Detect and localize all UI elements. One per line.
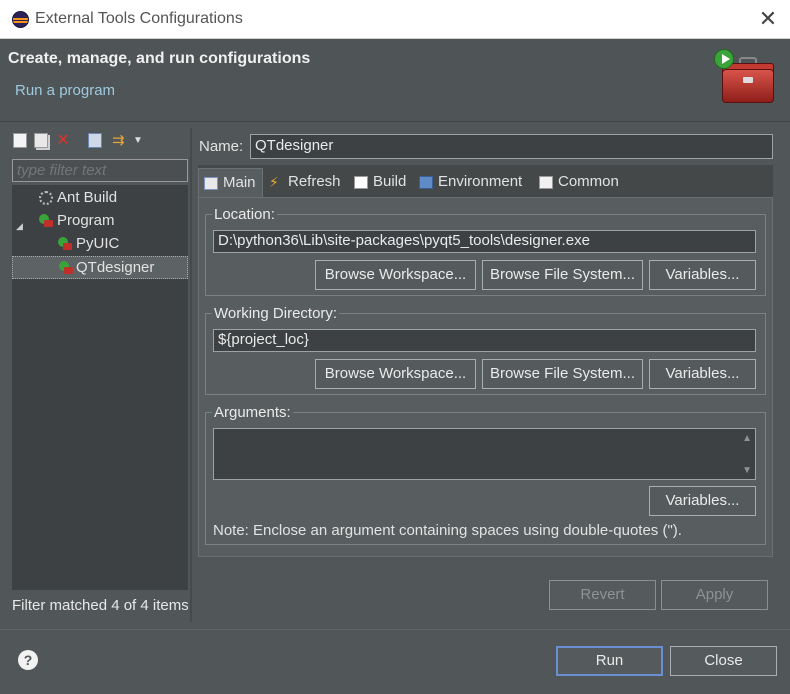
external-tools-banner-icon: [712, 47, 778, 109]
program-icon: [39, 214, 53, 228]
browse-workspace-button[interactable]: Browse Workspace...: [315, 260, 476, 290]
tab-refresh[interactable]: ⚡ Refresh: [264, 168, 347, 197]
new-configuration-icon[interactable]: [13, 133, 27, 148]
browse-workspace-button[interactable]: Browse Workspace...: [315, 359, 476, 389]
tab-common[interactable]: Common: [534, 168, 625, 197]
refresh-icon: ⚡: [269, 174, 279, 190]
delete-icon[interactable]: ✕: [56, 133, 70, 149]
arguments-note: Note: Enclose an argument containing spa…: [213, 522, 682, 539]
location-group: Location: D:\python36\Lib\site-packages\…: [205, 206, 766, 296]
tree-item-label: QTdesigner: [76, 259, 155, 276]
apply-button[interactable]: Apply: [661, 580, 768, 610]
tree-item-qtdesigner[interactable]: QTdesigner: [12, 256, 188, 279]
variables-button[interactable]: Variables...: [649, 359, 756, 389]
main-tab-icon: [204, 177, 218, 190]
tab-label: Main: [223, 174, 256, 191]
tree-item-ant-build[interactable]: Ant Build: [12, 187, 188, 210]
working-directory-field[interactable]: ${project_loc}: [213, 329, 756, 352]
ant-build-icon: [39, 191, 53, 205]
environment-icon: [419, 176, 433, 189]
working-directory-group: Working Directory: ${project_loc} Browse…: [205, 305, 766, 395]
chevron-down-icon[interactable]: ▼: [133, 133, 147, 148]
name-label: Name:: [199, 138, 244, 155]
help-icon[interactable]: ?: [18, 650, 38, 670]
tab-build[interactable]: Build: [349, 168, 412, 197]
eclipse-icon: [12, 11, 29, 28]
configurations-pane: ✕ ⇉ ▼ Ant Build ◢ Program PyUIC QTdesign…: [7, 128, 188, 622]
name-field[interactable]: QTdesigner: [250, 134, 773, 159]
variables-button[interactable]: Variables...: [649, 486, 756, 516]
tab-label: Common: [558, 173, 619, 190]
configurations-toolbar: ✕ ⇉ ▼: [7, 128, 187, 154]
filter-input[interactable]: [12, 159, 188, 182]
dialog-header: Create, manage, and run configurations R…: [0, 39, 790, 122]
tab-label: Environment: [438, 173, 523, 190]
variables-button[interactable]: Variables...: [649, 260, 756, 290]
configuration-editor: Name: QTdesigner Main ⚡ Refresh Build En…: [193, 128, 783, 622]
tab-bar: Main ⚡ Refresh Build Environment Common: [198, 165, 773, 197]
window-title: External Tools Configurations: [35, 10, 243, 27]
tab-environment[interactable]: Environment: [414, 168, 528, 197]
program-launch-icon: [59, 261, 73, 275]
browse-file-system-button[interactable]: Browse File System...: [482, 260, 643, 290]
tree-item-label: Ant Build: [57, 189, 118, 206]
tree-item-label: PyUIC: [76, 235, 120, 252]
main-tab-panel: Location: D:\python36\Lib\site-packages\…: [198, 197, 773, 557]
pane-divider[interactable]: [190, 128, 192, 622]
working-directory-title: Working Directory:: [212, 305, 340, 322]
tab-main[interactable]: Main: [198, 168, 263, 197]
location-title: Location:: [212, 206, 277, 223]
tree-item-label: Program: [57, 212, 115, 229]
tree-item-program[interactable]: ◢ Program: [12, 210, 188, 233]
location-field[interactable]: D:\python36\Lib\site-packages\pyqt5_tool…: [213, 230, 756, 253]
header-title: Create, manage, and run configurations: [8, 50, 311, 67]
window-close-button[interactable]: ✕: [752, 4, 784, 34]
collapse-all-icon[interactable]: [88, 133, 102, 148]
duplicate-icon[interactable]: [34, 133, 48, 148]
common-icon: [539, 176, 553, 189]
dialog-button-bar: ? Run Close: [0, 629, 790, 694]
header-subtitle: Run a program: [15, 82, 116, 99]
build-icon: [354, 176, 368, 189]
configurations-tree: Ant Build ◢ Program PyUIC QTdesigner: [12, 185, 188, 590]
scroll-down-icon[interactable]: ▼: [742, 465, 752, 476]
title-bar: External Tools Configurations ✕: [0, 0, 790, 39]
tab-label: Refresh: [288, 173, 341, 190]
revert-button[interactable]: Revert: [549, 580, 656, 610]
filter-status: Filter matched 4 of 4 items: [12, 597, 188, 614]
program-launch-icon: [58, 237, 72, 251]
filter-icon[interactable]: ⇉: [112, 133, 126, 148]
tree-item-pyuic[interactable]: PyUIC: [12, 233, 188, 256]
tab-label: Build: [373, 173, 407, 190]
arguments-title: Arguments:: [212, 404, 293, 421]
arguments-group: Arguments: ▲ ▼ Variables... Note: Enclos…: [205, 404, 766, 545]
close-button[interactable]: Close: [670, 646, 777, 676]
scroll-up-icon[interactable]: ▲: [742, 433, 752, 444]
run-button[interactable]: Run: [556, 646, 663, 676]
browse-file-system-button[interactable]: Browse File System...: [482, 359, 643, 389]
arguments-textarea[interactable]: ▲ ▼: [213, 428, 756, 480]
